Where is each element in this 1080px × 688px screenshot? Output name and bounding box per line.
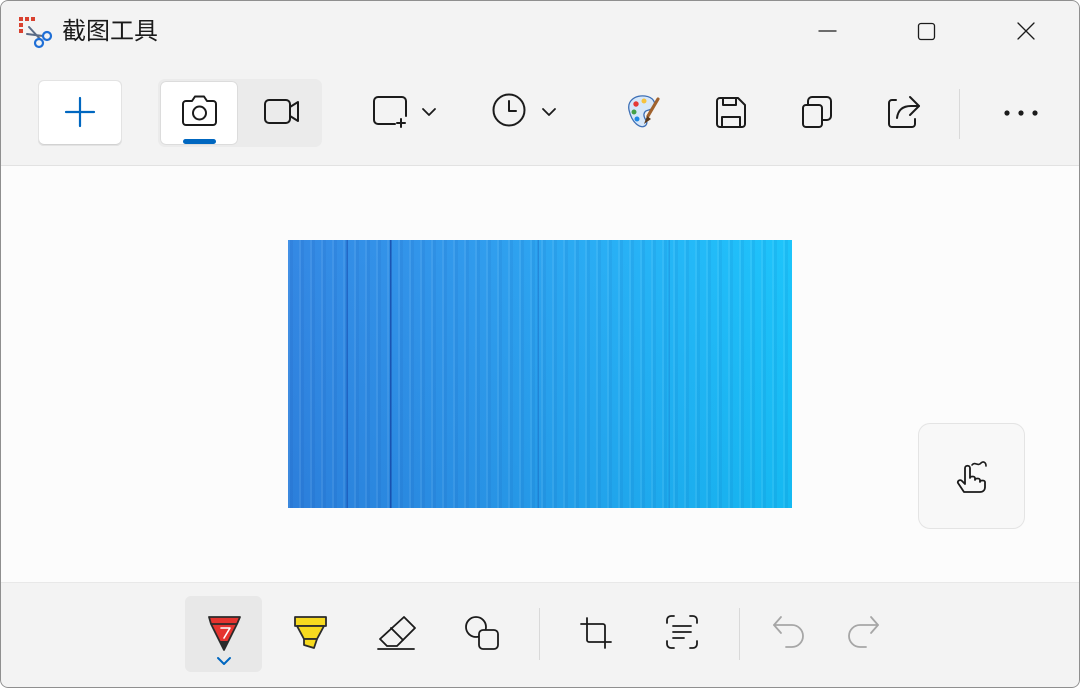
highlighter-button[interactable] xyxy=(282,604,338,660)
snip-shape-dropdown[interactable] xyxy=(362,86,450,138)
minimize-button[interactable] xyxy=(778,0,877,62)
ballpoint-pen-button[interactable] xyxy=(185,596,262,672)
camera-icon xyxy=(182,95,217,144)
touch-writing-button[interactable] xyxy=(918,423,1025,529)
record-mode-button[interactable] xyxy=(240,81,320,145)
snipping-tool-icon xyxy=(19,17,53,49)
crop-icon xyxy=(580,617,612,649)
redo-button[interactable] xyxy=(836,604,892,660)
chevron-down-icon xyxy=(217,657,231,665)
copy-button[interactable] xyxy=(788,84,844,140)
text-actions-button[interactable] xyxy=(654,604,710,660)
video-camera-icon xyxy=(264,99,299,124)
more-dots-icon xyxy=(1004,110,1038,116)
toolbar-divider xyxy=(959,89,960,139)
share-icon xyxy=(888,96,920,128)
capture-mode-switch xyxy=(158,79,322,147)
close-button[interactable] xyxy=(977,0,1080,62)
capture-toolbar xyxy=(0,62,1080,166)
crop-button[interactable] xyxy=(568,605,624,661)
redo-icon xyxy=(848,616,879,648)
app-icon-container xyxy=(16,13,54,51)
eraser-button[interactable] xyxy=(368,605,424,661)
chevron-down-icon xyxy=(542,108,556,116)
highlighter-icon xyxy=(294,616,327,649)
save-icon xyxy=(716,97,746,128)
markup-divider xyxy=(539,608,540,660)
captured-image xyxy=(288,240,792,508)
selected-indicator xyxy=(183,139,216,144)
clock-icon xyxy=(492,93,556,127)
new-snip-button[interactable] xyxy=(38,80,122,146)
more-options-button[interactable] xyxy=(993,84,1049,140)
touch-writing-hand-icon xyxy=(956,461,987,493)
window-title: 截图工具 xyxy=(62,17,158,45)
snip-mode-button[interactable] xyxy=(160,81,238,145)
minimize-icon xyxy=(818,30,837,32)
maximize-icon xyxy=(917,22,936,41)
plus-icon xyxy=(64,96,96,128)
undo-icon xyxy=(773,616,804,648)
edit-in-paint-button[interactable] xyxy=(615,84,671,140)
snipping-tool-window: 截图工具 xyxy=(0,0,1080,688)
paint-palette-icon xyxy=(628,95,660,128)
save-button[interactable] xyxy=(703,84,759,140)
capture-canvas xyxy=(0,166,1080,582)
rectangle-snip-icon xyxy=(373,96,436,128)
markup-toolbar xyxy=(0,582,1080,688)
chevron-down-icon xyxy=(422,108,436,116)
undo-button[interactable] xyxy=(760,604,816,660)
ballpoint-pen-icon xyxy=(208,616,241,665)
copy-icon xyxy=(802,96,832,128)
shapes-button[interactable] xyxy=(454,605,510,661)
maximize-button[interactable] xyxy=(877,0,977,62)
delay-dropdown[interactable] xyxy=(482,86,570,138)
eraser-icon xyxy=(377,616,416,650)
share-button[interactable] xyxy=(875,84,931,140)
shapes-icon xyxy=(465,616,499,650)
markup-divider xyxy=(739,608,740,660)
close-icon xyxy=(1017,22,1035,40)
text-actions-icon xyxy=(666,615,698,649)
title-bar: 截图工具 xyxy=(0,0,1080,62)
